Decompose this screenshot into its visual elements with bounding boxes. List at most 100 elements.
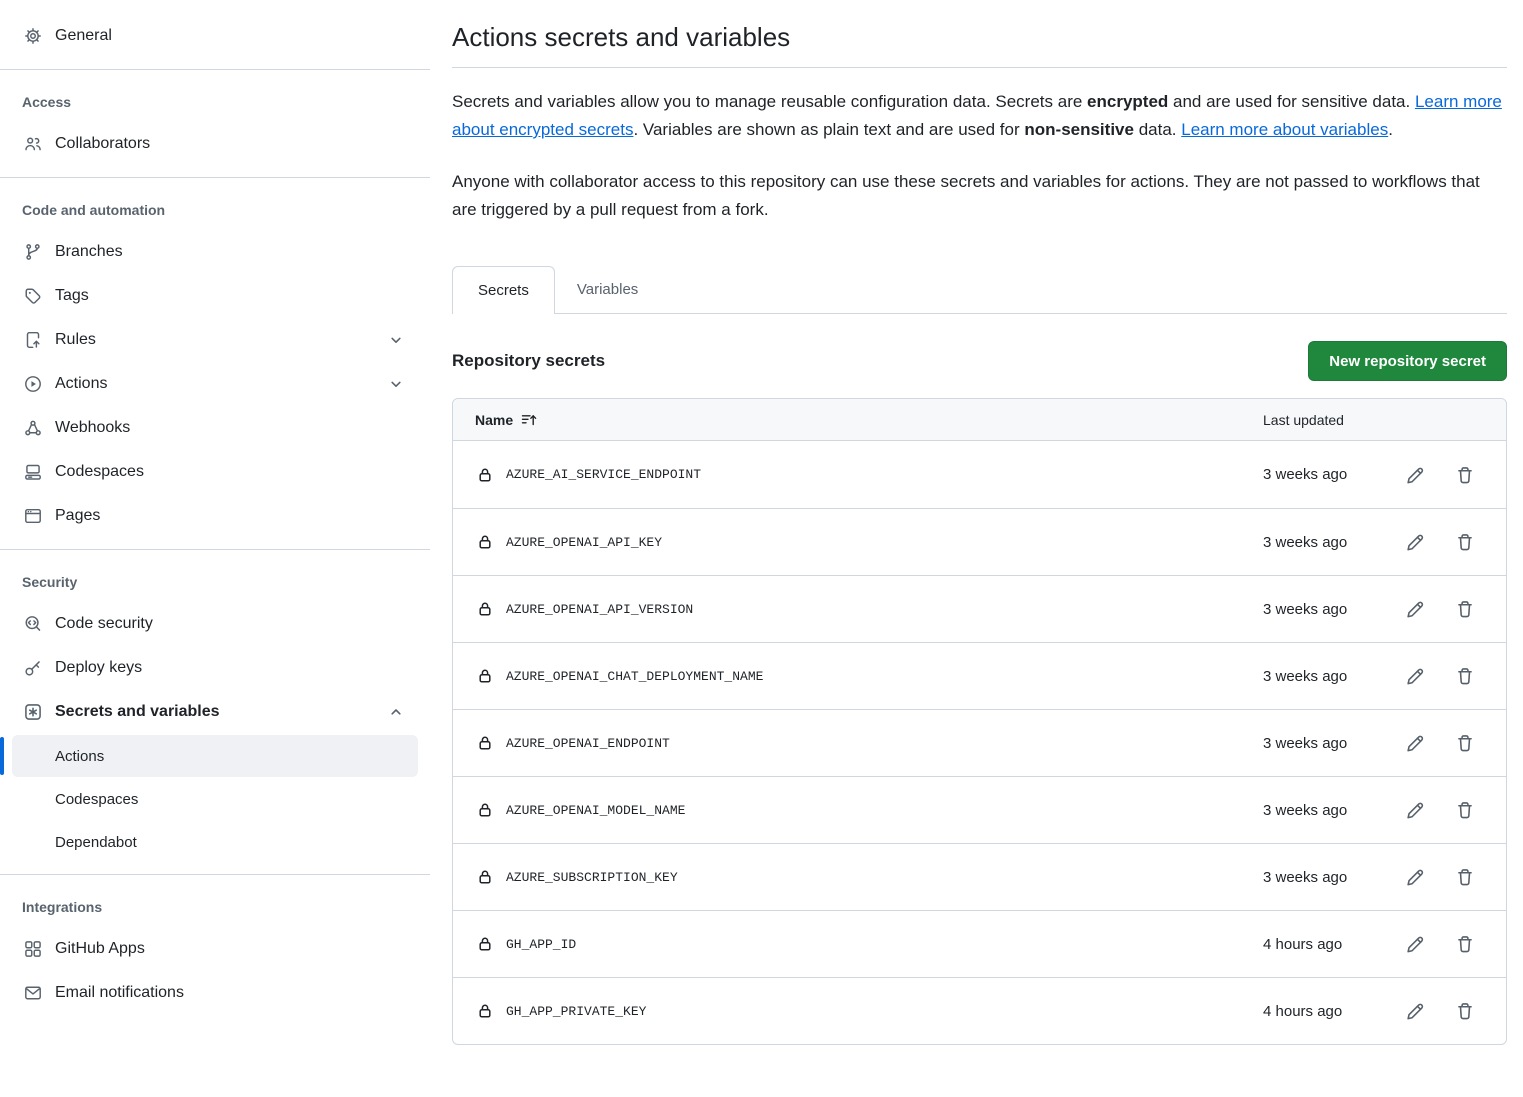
sidebar-item-label: Codespaces [55,463,144,481]
play-icon [24,375,42,393]
sidebar-item-github-apps[interactable]: GitHub Apps [0,927,430,971]
table-row: AZURE_OPENAI_API_VERSION 3 weeks ago [453,575,1506,642]
lock-icon [477,1003,493,1019]
repository-secrets-header-row: Repository secrets New repository secret [452,341,1507,381]
delete-secret-button[interactable] [1456,801,1474,819]
trash-icon [1456,935,1474,953]
last-updated-value: 3 weeks ago [1251,601,1386,618]
sidebar-item-branches[interactable]: Branches [0,230,430,274]
edit-secret-button[interactable] [1406,935,1424,953]
secret-name: AZURE_OPENAI_API_VERSION [506,602,693,617]
table-row: AZURE_OPENAI_CHAT_DEPLOYMENT_NAME 3 week… [453,642,1506,709]
table-row: GH_APP_ID 4 hours ago [453,910,1506,977]
sidebar-item-collaborators[interactable]: Collaborators [0,122,430,166]
sidebar-item-actions[interactable]: Actions [0,362,430,406]
table-row: AZURE_OPENAI_MODEL_NAME 3 weeks ago [453,776,1506,843]
delete-secret-button[interactable] [1456,533,1474,551]
edit-secret-button[interactable] [1406,466,1424,484]
settings-sidebar: General Access Collaborators Code and au… [0,0,430,1097]
codespaces-icon [24,463,42,481]
apps-icon [24,940,42,958]
sidebar-section-access: Access [0,82,430,122]
pencil-icon [1406,533,1424,551]
delete-secret-button[interactable] [1456,1002,1474,1020]
sidebar-item-secrets-and-variables[interactable]: Secrets and variables [0,690,430,734]
sidebar-item-general[interactable]: General [0,14,430,58]
chevron-down-icon [388,332,404,348]
sidebar-item-tags[interactable]: Tags [0,274,430,318]
edit-secret-button[interactable] [1406,533,1424,551]
delete-secret-button[interactable] [1456,734,1474,752]
sidebar-item-email-notifications[interactable]: Email notifications [0,971,430,1015]
last-updated-value: 4 hours ago [1251,1003,1386,1020]
trash-icon [1456,734,1474,752]
trash-icon [1456,1002,1474,1020]
sidebar-subitem-dependabot[interactable]: Dependabot [12,821,418,863]
sidebar-item-label: General [55,27,112,45]
sidebar-item-label: Email notifications [55,984,184,1002]
sidebar-item-label: Tags [55,287,89,305]
intro-bold-non-sensitive: non-sensitive [1024,120,1134,139]
last-updated-column-header: Last updated [1251,412,1386,428]
sidebar-section-code-automation: Code and automation [0,190,430,230]
edit-secret-button[interactable] [1406,600,1424,618]
main-content: Actions secrets and variables Secrets an… [452,0,1507,1097]
edit-secret-button[interactable] [1406,734,1424,752]
sidebar-divider [0,177,430,178]
settings-page: General Access Collaborators Code and au… [0,0,1523,1097]
new-repository-secret-button[interactable]: New repository secret [1308,341,1507,381]
pencil-icon [1406,935,1424,953]
delete-secret-button[interactable] [1456,466,1474,484]
pencil-icon [1406,868,1424,886]
sidebar-item-rules[interactable]: Rules [0,318,430,362]
edit-secret-button[interactable] [1406,1002,1424,1020]
sidebar-divider [0,69,430,70]
trash-icon [1456,600,1474,618]
tab-secrets[interactable]: Secrets [452,266,555,314]
sidebar-section-integrations: Integrations [0,887,430,927]
sidebar-item-label: Branches [55,243,123,261]
pencil-icon [1406,466,1424,484]
table-row: AZURE_OPENAI_ENDPOINT 3 weeks ago [453,709,1506,776]
edit-secret-button[interactable] [1406,667,1424,685]
mail-icon [24,984,42,1002]
intro-text: Secrets and variables allow you to manag… [452,92,1087,111]
table-row: AZURE_OPENAI_API_KEY 3 weeks ago [453,508,1506,575]
link-variables[interactable]: Learn more about variables [1181,120,1388,139]
sidebar-item-codespaces[interactable]: Codespaces [0,450,430,494]
sidebar-item-webhooks[interactable]: Webhooks [0,406,430,450]
pencil-icon [1406,801,1424,819]
chevron-up-icon [388,704,404,720]
sidebar-item-label: Actions [55,748,104,765]
sidebar-item-pages[interactable]: Pages [0,494,430,538]
webhook-icon [24,419,42,437]
sidebar-item-code-security[interactable]: Code security [0,602,430,646]
trash-icon [1456,533,1474,551]
last-updated-value: 3 weeks ago [1251,534,1386,551]
sidebar-item-label: Dependabot [55,834,137,851]
people-icon [24,135,42,153]
delete-secret-button[interactable] [1456,667,1474,685]
last-updated-value: 3 weeks ago [1251,466,1386,483]
edit-secret-button[interactable] [1406,801,1424,819]
sidebar-subitem-codespaces[interactable]: Codespaces [12,778,418,820]
last-updated-value: 4 hours ago [1251,936,1386,953]
pencil-icon [1406,667,1424,685]
sidebar-item-deploy-keys[interactable]: Deploy keys [0,646,430,690]
delete-secret-button[interactable] [1456,868,1474,886]
tab-variables[interactable]: Variables [555,265,660,313]
intro-paragraph: Secrets and variables allow you to manag… [452,88,1507,144]
collaborator-note-paragraph: Anyone with collaborator access to this … [452,168,1507,224]
sidebar-divider [0,549,430,550]
lock-icon [477,936,493,952]
pencil-icon [1406,600,1424,618]
name-column-header[interactable]: Name [475,412,1251,428]
sidebar-item-label: Actions [55,375,107,393]
delete-secret-button[interactable] [1456,935,1474,953]
last-updated-value: 3 weeks ago [1251,668,1386,685]
sidebar-subitem-actions-active[interactable]: Actions [12,735,418,777]
delete-secret-button[interactable] [1456,600,1474,618]
secret-name: GH_APP_ID [506,937,576,952]
secret-name: AZURE_OPENAI_ENDPOINT [506,736,670,751]
edit-secret-button[interactable] [1406,868,1424,886]
